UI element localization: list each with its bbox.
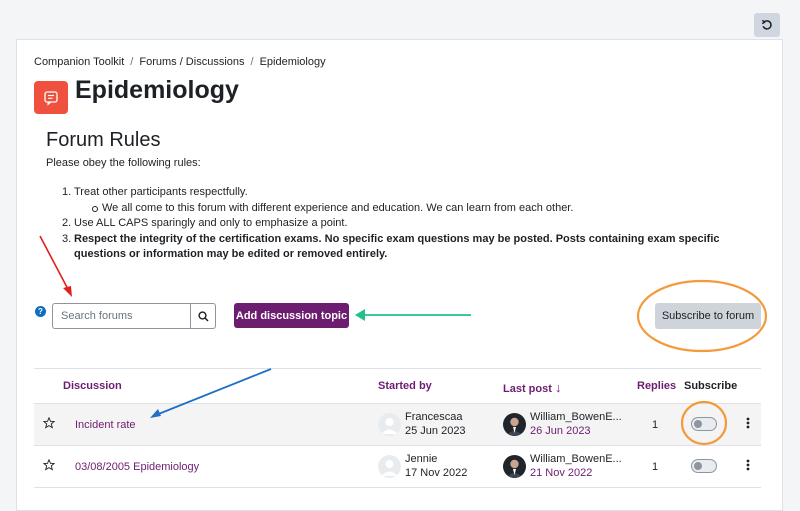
subscribe-forum-button[interactable]: Subscribe to forum (655, 303, 761, 329)
search-button[interactable] (190, 304, 215, 328)
undo-icon (761, 19, 772, 30)
user-photo-icon (506, 459, 523, 478)
rule-item: 1. Treat other participants respectfully… (62, 186, 248, 198)
table-header: Discussion Started by Last post ↓ Replie… (34, 368, 761, 404)
breadcrumb-item-forums[interactable]: Forums / Discussions (139, 56, 244, 68)
search-box (52, 303, 216, 329)
starter-name[interactable]: Francescaa (405, 411, 462, 423)
search-input[interactable] (53, 304, 190, 328)
last-post-date[interactable]: 21 Nov 2022 (530, 467, 592, 479)
more-actions-icon[interactable] (746, 417, 750, 429)
breadcrumb: Companion Toolkit / Forums / Discussions / E… (34, 56, 326, 68)
header-discussion[interactable]: Discussion (63, 380, 122, 392)
search-icon (197, 310, 209, 322)
start-date: 17 Nov 2022 (405, 467, 468, 479)
reset-button[interactable] (754, 13, 780, 37)
add-discussion-button[interactable]: Add discussion topic (234, 303, 349, 328)
rule-item: 2. Use ALL CAPS sparingly and only to em… (62, 217, 348, 229)
reply-count[interactable]: 1 (652, 461, 658, 473)
user-icon (381, 418, 398, 434)
rules-list: 1. Treat other participants respectfully… (62, 185, 762, 263)
user-photo-icon (506, 417, 523, 436)
start-date: 25 Jun 2023 (405, 425, 466, 437)
avatar[interactable] (503, 455, 526, 478)
breadcrumb-item-current[interactable]: Epidemiology (260, 56, 326, 68)
last-post-date[interactable]: 26 Jun 2023 (530, 425, 591, 437)
page-title: Epidemiology (75, 76, 239, 104)
subscribe-toggle[interactable] (691, 459, 717, 473)
avatar[interactable] (503, 413, 526, 436)
more-actions-icon[interactable] (746, 459, 750, 471)
last-post-user[interactable]: William_BowenE... (530, 411, 622, 423)
forum-icon (34, 81, 68, 114)
star-icon[interactable] (43, 459, 55, 471)
rules-title: Forum Rules (46, 129, 161, 151)
reply-count[interactable]: 1 (652, 419, 658, 431)
help-icon[interactable]: ? (35, 306, 46, 317)
rule-item: 3. Respect the integrity of the certific… (62, 232, 720, 261)
header-replies[interactable]: Replies (637, 380, 676, 392)
user-icon (381, 460, 398, 476)
subscribe-toggle[interactable] (691, 417, 717, 431)
starter-name[interactable]: Jennie (405, 453, 437, 465)
chat-bubble-icon (44, 90, 58, 106)
bullet-icon (92, 205, 98, 212)
table-row: 03/08/2005 Epidemiology Jennie 17 Nov 20… (34, 446, 761, 488)
rules-intro: Please obey the following rules: (46, 157, 201, 169)
discussion-link[interactable]: 03/08/2005 Epidemiology (75, 461, 199, 473)
discussion-link[interactable]: Incident rate (75, 419, 136, 431)
breadcrumb-item-course[interactable]: Companion Toolkit (34, 56, 124, 68)
avatar[interactable] (378, 455, 401, 478)
rule-subitem: We all come to this forum with different… (62, 201, 762, 217)
last-post-user[interactable]: William_BowenE... (530, 453, 622, 465)
header-started-by[interactable]: Started by (378, 380, 432, 392)
table-row: Incident rate Francescaa 25 Jun 2023 Wil… (34, 404, 761, 446)
discussion-table: Discussion Started by Last post ↓ Replie… (34, 368, 761, 488)
header-last-post[interactable]: Last post ↓ (503, 380, 561, 395)
star-icon[interactable] (43, 417, 55, 429)
avatar[interactable] (378, 413, 401, 436)
sort-down-icon: ↓ (554, 380, 562, 395)
header-subscribe: Subscribe (684, 380, 738, 392)
